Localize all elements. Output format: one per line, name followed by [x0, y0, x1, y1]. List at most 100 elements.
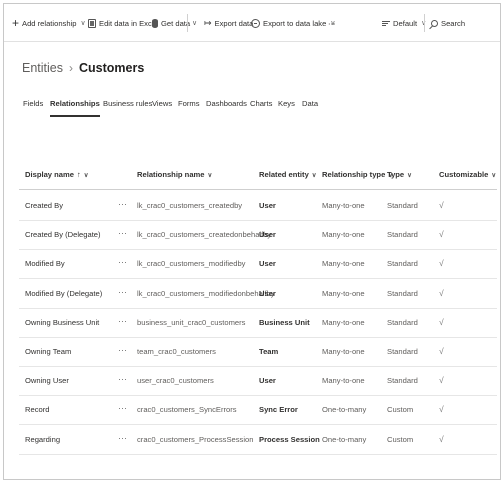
display-name-cell[interactable]: Modified By (Delegate) [25, 289, 102, 298]
get-data-button[interactable]: Get data [152, 4, 190, 42]
add-relationship-button[interactable]: + Add relationship ∨ [12, 4, 86, 42]
app-frame: + Add relationship ∨ Edit data in Excel … [3, 3, 501, 480]
data-lake-icon [251, 18, 260, 28]
display-name-cell[interactable]: Owning Team [25, 347, 71, 356]
edit-data-in-excel-button[interactable]: Edit data in Excel [88, 4, 158, 42]
export-lake-label: Export to data lake [263, 18, 327, 28]
tab-business-rules[interactable]: Business rules [103, 96, 152, 118]
table-row[interactable]: Record ⋯ crac0_customers_SyncErrors Sync Er… [19, 395, 497, 426]
relationship-name-cell: lk_crac0_customers_createdonbehalfby [137, 230, 272, 240]
more-options-icon[interactable]: ⋯ [118, 199, 128, 210]
display-name-cell[interactable]: Regarding [25, 435, 60, 444]
relationship-name-cell: lk_crac0_customers_createdby [137, 201, 243, 210]
tab-keys[interactable]: Keys [278, 96, 295, 118]
display-name-cell[interactable]: Owning Business Unit [25, 318, 99, 327]
display-name-cell[interactable]: Created By (Delegate) [25, 230, 101, 239]
column-header-type[interactable]: Type ∨ [387, 170, 412, 179]
more-options-icon[interactable]: ⋯ [118, 257, 128, 268]
column-header-related-entity[interactable]: Related entity ∨ [259, 170, 317, 179]
get-data-dropdown[interactable]: ∨ [191, 4, 197, 42]
display-name-cell[interactable]: Modified By [25, 259, 65, 268]
table-row[interactable]: Created By ⋯ lk_crac0_customers_createdby U… [19, 191, 497, 221]
edit-excel-label: Edit data in Excel [99, 18, 158, 28]
breadcrumb: Entities › Customers [22, 61, 144, 75]
tab-dashboards[interactable]: Dashboards [206, 96, 247, 118]
search-input[interactable] [441, 18, 491, 28]
column-relationship-name-label: Relationship name [137, 170, 205, 179]
tab-views[interactable]: Views [152, 96, 172, 118]
table-row[interactable]: Owning Team ⋯ team_crac0_customers Team Many… [19, 337, 497, 367]
table-row[interactable]: Modified By (Delegate) ⋯ lk_crac0_customer… [19, 279, 497, 309]
type-cell: Standard [387, 376, 418, 386]
relationship-type-cell: Many-to-one [322, 201, 365, 210]
customizable-check-icon: √ [439, 316, 444, 327]
more-options-icon[interactable]: ⋯ [118, 403, 128, 414]
search-box[interactable] [431, 4, 491, 42]
relationship-name-cell: crac0_customers_ProcessSession [137, 434, 254, 444]
type-cell: Custom [387, 405, 414, 415]
related-entity-cell: User [259, 259, 276, 269]
type-cell: Standard [387, 259, 418, 269]
customizable-check-icon: √ [439, 229, 444, 240]
customizable-check-icon: √ [439, 404, 444, 415]
chevron-down-icon: ∨ [192, 20, 198, 27]
related-entity-cell: User [259, 376, 276, 386]
display-name-cell[interactable]: Owning User [25, 376, 69, 385]
customizable-check-icon: √ [439, 433, 444, 444]
related-entity-cell: Business Unit [259, 317, 310, 327]
type-cell: Standard [387, 317, 418, 327]
view-selector[interactable]: Default ∨ [382, 4, 426, 42]
table-row[interactable]: Owning User ⋯ user_crac0_customers User Many… [19, 366, 497, 397]
type-cell: Standard [387, 201, 418, 210]
chevron-down-icon: ∨ [311, 171, 317, 179]
column-header-relationship-type[interactable]: Relationship type ∨ [322, 170, 393, 179]
related-entity-cell: Sync Error [259, 405, 298, 415]
table-row[interactable]: Modified By ⋯ lk_crac0_customers_modifiedb… [19, 249, 497, 280]
column-header-display-name[interactable]: Display name ↑ ∨ [25, 170, 89, 179]
more-commands-button[interactable]: ⋯ [328, 4, 336, 42]
relationship-type-cell: Many-to-one [322, 288, 365, 298]
more-options-icon[interactable]: ⋯ [118, 345, 128, 356]
related-entity-cell: Process Session [259, 434, 320, 444]
customizable-check-icon: √ [439, 287, 444, 298]
tab-charts[interactable]: Charts [250, 96, 272, 118]
export-data-button[interactable]: ↦ Export data [204, 4, 253, 42]
relationship-type-cell: Many-to-one [322, 347, 365, 356]
display-name-cell[interactable]: Record [25, 405, 49, 414]
breadcrumb-entities-link[interactable]: Entities [22, 61, 63, 75]
display-name-cell[interactable]: Created By [25, 201, 63, 210]
type-cell: Standard [387, 347, 418, 356]
column-relationship-type-label: Relationship type [322, 170, 386, 179]
more-options-icon[interactable]: ⋯ [118, 287, 128, 298]
customizable-check-icon: √ [439, 346, 444, 356]
tab-fields[interactable]: Fields [23, 96, 43, 118]
column-header-customizable[interactable]: Customizable ∨ [439, 170, 496, 179]
related-entity-cell: User [259, 201, 276, 210]
table-row[interactable]: Regarding ⋯ crac0_customers_ProcessSession… [19, 425, 497, 455]
customizable-check-icon: √ [439, 375, 444, 386]
table-row[interactable]: Created By (Delegate) ⋯ lk_crac0_customers… [19, 220, 497, 251]
chevron-down-icon[interactable]: ∨ [80, 19, 85, 27]
more-options-icon[interactable]: ⋯ [118, 374, 128, 385]
more-options-icon[interactable]: ⋯ [118, 228, 128, 239]
relationship-name-cell: crac0_customers_SyncErrors [137, 405, 237, 415]
more-icon: ⋯ [328, 18, 336, 28]
relationship-name-cell: user_crac0_customers [137, 376, 214, 386]
more-options-icon[interactable]: ⋯ [118, 433, 128, 444]
breadcrumb-separator-icon: › [69, 61, 73, 75]
tab-forms[interactable]: Forms [178, 96, 200, 118]
tab-relationships[interactable]: Relationships [50, 96, 100, 118]
relationship-type-cell: One-to-many [322, 434, 367, 444]
export-data-label: Export data [214, 18, 254, 28]
more-options-icon[interactable]: ⋯ [118, 316, 128, 327]
toolbar-divider [424, 14, 425, 32]
table-row[interactable]: Owning Business Unit ⋯ business_unit_crac0… [19, 308, 497, 338]
relationship-name-cell: lk_crac0_customers_modifiedonbehalfby [137, 288, 275, 298]
customizable-check-icon: √ [439, 200, 444, 210]
type-cell: Custom [387, 434, 414, 444]
relationship-type-cell: Many-to-one [322, 259, 365, 269]
column-header-relationship-name[interactable]: Relationship name ∨ [137, 170, 212, 179]
export-to-data-lake-button[interactable]: Export to data lake ∨ [251, 4, 335, 42]
related-entity-cell: User [259, 288, 276, 298]
tab-data[interactable]: Data [302, 96, 318, 118]
